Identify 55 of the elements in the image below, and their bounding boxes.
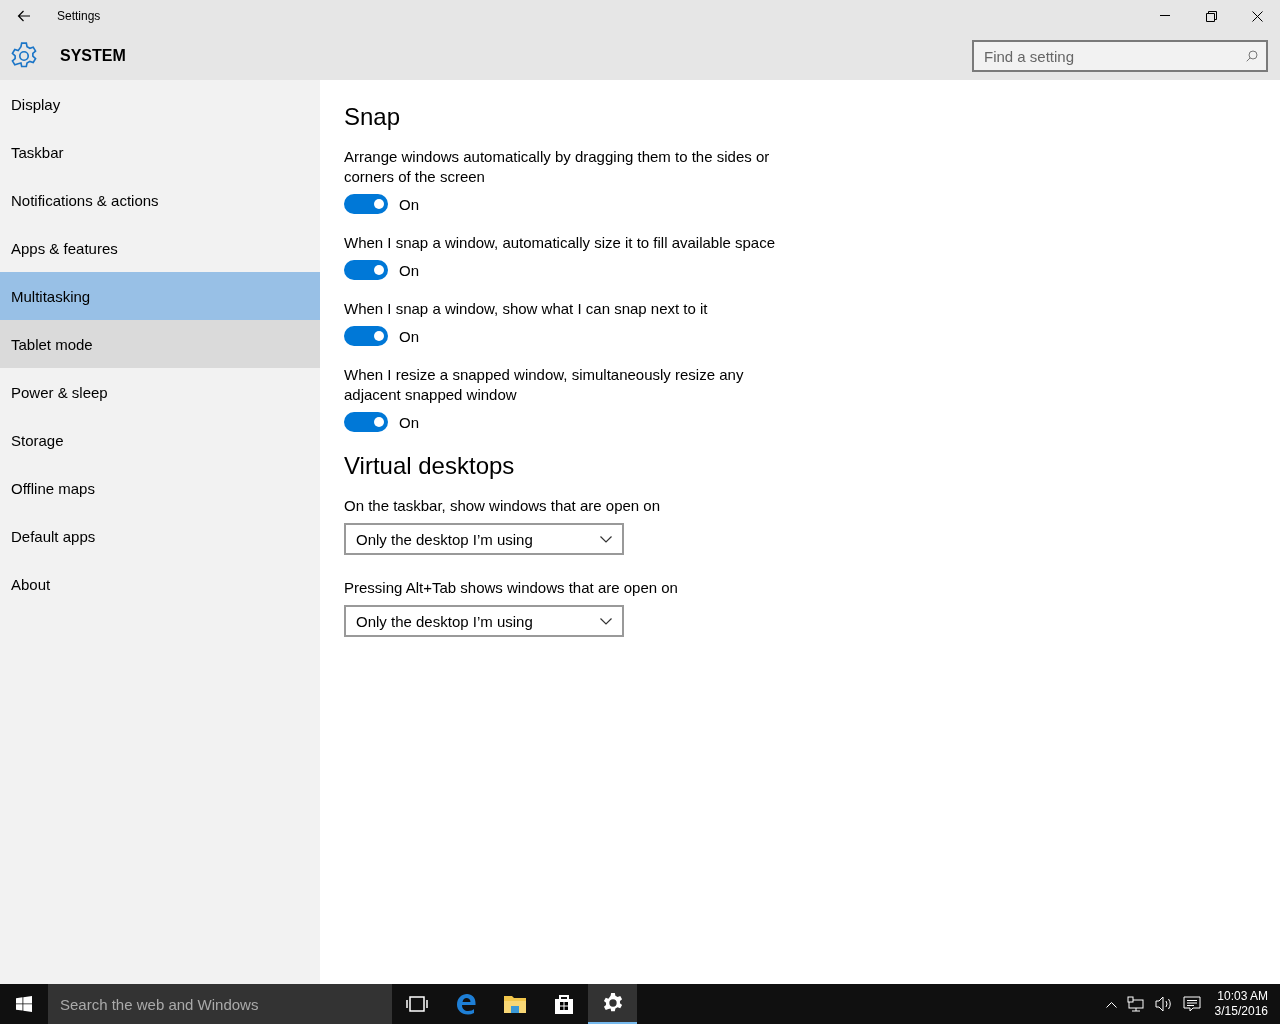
sidebar-item[interactable]: Default apps	[0, 512, 320, 560]
section-heading: Snap	[344, 102, 402, 132]
date-text: 3/15/2016	[1214, 1004, 1268, 1019]
chevron-down-icon	[600, 535, 612, 543]
network-icon[interactable]	[1126, 996, 1145, 1012]
time-text: 10:03 AM	[1217, 989, 1268, 1004]
sidebar-item[interactable]: Multitasking	[0, 272, 320, 320]
sidebar-item[interactable]: Display	[0, 80, 320, 128]
sidebar-item[interactable]: About	[0, 560, 320, 608]
sidebar-item[interactable]: Taskbar	[0, 128, 320, 176]
task-view-icon[interactable]	[405, 996, 428, 1012]
toggle-switch[interactable]	[344, 326, 388, 346]
setting-description: On the taskbar, show windows that are open on	[344, 496, 662, 516]
toggle-state-label: On	[399, 261, 419, 279]
speaker-icon[interactable]	[1154, 996, 1173, 1012]
sidebar-item[interactable]: Apps & features	[0, 224, 320, 272]
clock[interactable]: 10:03 AM 3/15/2016	[1214, 989, 1268, 1019]
sidebar-item[interactable]: Storage	[0, 416, 320, 464]
windows-logo-icon	[16, 996, 32, 1012]
sidebar-item[interactable]: Notifications & actions	[0, 176, 320, 224]
dropdown[interactable]: Only the desktop I’m using	[344, 523, 624, 555]
toggle-state-label: On	[399, 413, 419, 431]
setting-description: When I snap a window, automatically size it to fill available space	[344, 233, 777, 253]
chevron-down-icon	[600, 617, 612, 625]
search-icon	[1246, 50, 1258, 62]
minimize-icon	[1160, 15, 1170, 17]
toggle-switch[interactable]	[344, 412, 388, 432]
shopping-bag-icon[interactable]	[552, 993, 575, 1015]
message-icon[interactable]	[1182, 996, 1201, 1012]
setting-description: When I resize a snapped window, simultaneously resize any adjacent snapped window	[344, 365, 745, 405]
sidebar-item[interactable]: Offline maps	[0, 464, 320, 512]
back-arrow-icon[interactable]	[17, 10, 31, 22]
dropdown[interactable]: Only the desktop I’m using	[344, 605, 624, 637]
window-title: Settings	[56, 9, 102, 23]
toggle-state-label: On	[399, 195, 419, 213]
toggle-switch[interactable]	[344, 194, 388, 214]
setting-description: Pressing Alt+Tab shows windows that are open on	[344, 578, 679, 598]
browser-e-icon[interactable]	[454, 993, 477, 1015]
search-field[interactable]: Find a setting	[972, 40, 1268, 72]
page-title: SYSTEM	[60, 47, 127, 65]
sidebar-item[interactable]: Power & sleep	[0, 368, 320, 416]
sidebar-item[interactable]: Tablet mode	[0, 320, 320, 368]
folder-icon[interactable]	[502, 994, 527, 1014]
settings-icon	[10, 42, 38, 70]
toggle-switch[interactable]	[344, 260, 388, 280]
restore-icon	[1205, 10, 1217, 22]
setting-description: When I snap a window, show what I can snap next to it	[344, 299, 709, 319]
close-icon	[1251, 10, 1263, 22]
toggle-state-label: On	[399, 327, 419, 345]
taskbar-search-field[interactable]: Search the web and Windows	[48, 984, 392, 1024]
chevron-up-icon[interactable]	[1105, 1000, 1117, 1008]
section-heading: Virtual desktops	[344, 451, 516, 481]
settings-icon[interactable]	[601, 992, 624, 1014]
taskbar-button[interactable]	[588, 984, 637, 1024]
setting-description: Arrange windows automatically by dragging them to the sides or corners of the screen	[344, 147, 771, 187]
